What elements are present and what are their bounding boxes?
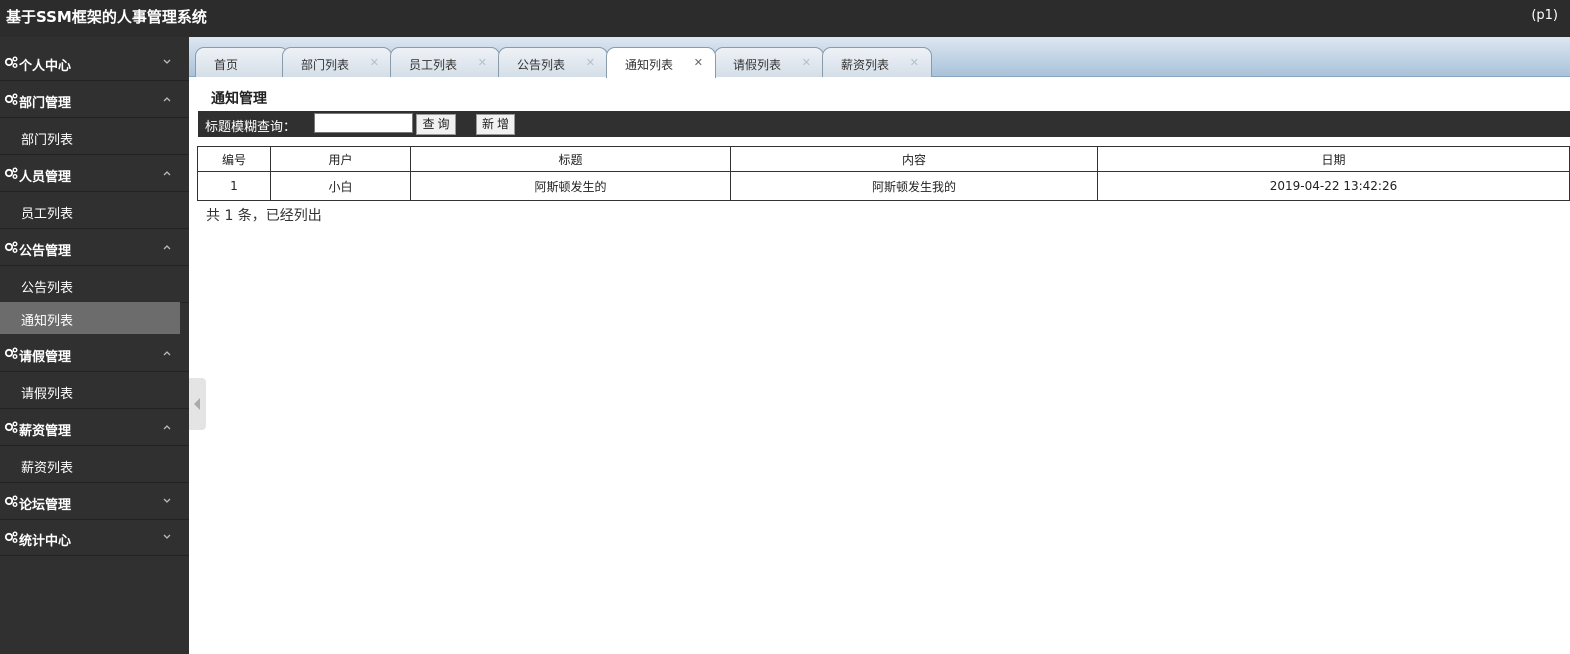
sidebar-item-label: 薪资列表 xyxy=(21,461,74,476)
close-icon[interactable]: ✕ xyxy=(910,56,919,69)
sidebar-group-statistics[interactable]: 统计中心 xyxy=(0,520,189,556)
sidebar: 个人中心 部门管理 部门列表 人员管理 员工列表 公告管理 公告列表 通知列表 … xyxy=(0,37,189,654)
sidebar-group-department[interactable]: 部门管理 xyxy=(0,82,189,118)
sidebar-group-label: 人员管理 xyxy=(19,170,72,185)
column-header-title: 标题 xyxy=(410,146,731,172)
column-header-id: 编号 xyxy=(197,146,271,172)
tab-salary-list[interactable]: 薪资列表 ✕ xyxy=(822,47,932,77)
close-icon[interactable]: ✕ xyxy=(586,56,595,69)
tab-home[interactable]: 首页 xyxy=(195,47,289,77)
close-icon[interactable]: ✕ xyxy=(802,56,811,69)
app-title: 基于SSM框架的人事管理系统 xyxy=(6,8,207,26)
sidebar-item-announcement-list[interactable]: 公告列表 xyxy=(0,267,189,303)
tab-announcement-list[interactable]: 公告列表 ✕ xyxy=(498,47,608,77)
sidebar-item-label: 员工列表 xyxy=(21,207,74,222)
title-search-input[interactable] xyxy=(314,113,413,133)
triangle-left-icon xyxy=(194,398,200,410)
add-button[interactable]: 新增 xyxy=(476,114,515,135)
cell-date: 2019-04-22 13:42:26 xyxy=(1097,171,1570,201)
sidebar-group-personnel[interactable]: 人员管理 xyxy=(0,156,189,192)
tab-label: 首页 xyxy=(214,58,239,72)
sidebar-item-label: 请假列表 xyxy=(21,387,74,402)
column-header-date: 日期 xyxy=(1097,146,1570,172)
record-count-text: 共 1 条，已经列出 xyxy=(206,208,322,224)
column-header-user: 用户 xyxy=(270,146,411,172)
gears-icon xyxy=(4,531,18,543)
chevron-down-icon xyxy=(163,534,171,539)
chevron-down-icon xyxy=(163,498,171,503)
sidebar-group-label: 统计中心 xyxy=(19,534,72,549)
sidebar-group-announcement[interactable]: 公告管理 xyxy=(0,230,189,266)
sidebar-item-leave-list[interactable]: 请假列表 xyxy=(0,373,189,409)
query-button[interactable]: 查询 xyxy=(416,114,456,135)
chevron-up-icon xyxy=(163,245,171,250)
chevron-up-icon xyxy=(163,171,171,176)
sidebar-item-label: 部门列表 xyxy=(21,133,74,148)
sidebar-group-label: 论坛管理 xyxy=(19,498,72,513)
close-icon[interactable]: ✕ xyxy=(694,56,703,69)
sidebar-item-label: 通知列表 xyxy=(21,314,74,329)
sidebar-group-personal-center[interactable]: 个人中心 xyxy=(0,45,189,81)
column-header-content: 内容 xyxy=(730,146,1098,172)
tab-leave-list[interactable]: 请假列表 ✕ xyxy=(714,47,824,77)
current-user[interactable]: (p1) xyxy=(1531,8,1558,23)
chevron-up-icon xyxy=(163,97,171,102)
app-header: 基于SSM框架的人事管理系统 (p1) xyxy=(0,0,1570,37)
gears-icon xyxy=(4,241,18,253)
sidebar-group-salary[interactable]: 薪资管理 xyxy=(0,410,189,446)
search-label: 标题模糊查询： xyxy=(205,120,297,135)
sidebar-group-label: 公告管理 xyxy=(19,244,72,259)
gears-icon xyxy=(4,421,18,433)
gears-icon xyxy=(4,347,18,359)
search-bar: 标题模糊查询： 查询 新增 xyxy=(198,111,1570,137)
sidebar-group-leave[interactable]: 请假管理 xyxy=(0,336,189,372)
cell-content: 阿斯顿发生我的 xyxy=(730,171,1098,201)
chevron-up-icon xyxy=(163,351,171,356)
section-title: 通知管理 xyxy=(211,91,267,107)
cell-id: 1 xyxy=(197,171,271,201)
table-header-row: 编号 用户 标题 内容 日期 xyxy=(197,146,1570,172)
sidebar-item-department-list[interactable]: 部门列表 xyxy=(0,119,189,155)
cell-title: 阿斯顿发生的 xyxy=(410,171,731,201)
tab-employee-list[interactable]: 员工列表 ✕ xyxy=(390,47,500,77)
sidebar-group-forum[interactable]: 论坛管理 xyxy=(0,484,189,520)
table-row[interactable]: 1 小白 阿斯顿发生的 阿斯顿发生我的 2019-04-22 13:42:26 xyxy=(197,171,1570,201)
chevron-up-icon xyxy=(163,425,171,430)
tab-bar: 首页 部门列表 ✕ 员工列表 ✕ 公告列表 ✕ 请假列表 ✕ 薪资列表 ✕ 通知… xyxy=(189,37,1570,78)
cell-user: 小白 xyxy=(270,171,411,201)
gears-icon xyxy=(4,167,18,179)
sidebar-group-label: 请假管理 xyxy=(19,350,72,365)
sidebar-item-notice-list[interactable]: 通知列表 xyxy=(0,302,180,334)
gears-icon xyxy=(4,93,18,105)
tab-notice-list[interactable]: 通知列表 ✕ xyxy=(606,47,716,78)
sidebar-group-label: 部门管理 xyxy=(19,96,72,111)
tab-department-list[interactable]: 部门列表 ✕ xyxy=(282,47,392,77)
sidebar-item-label: 公告列表 xyxy=(21,281,74,296)
notice-table: 编号 用户 标题 内容 日期 1 小白 阿斯顿发生的 阿斯顿发生我的 2019-… xyxy=(197,146,1570,201)
chevron-down-icon xyxy=(163,59,171,64)
sidebar-item-employee-list[interactable]: 员工列表 xyxy=(0,193,189,229)
close-icon[interactable]: ✕ xyxy=(478,56,487,69)
sidebar-collapse-handle[interactable] xyxy=(189,378,206,430)
gears-icon xyxy=(4,495,18,507)
gears-icon xyxy=(4,56,18,68)
close-icon[interactable]: ✕ xyxy=(370,56,379,69)
sidebar-group-label: 薪资管理 xyxy=(19,424,72,439)
sidebar-item-salary-list[interactable]: 薪资列表 xyxy=(0,447,189,483)
sidebar-group-label: 个人中心 xyxy=(19,59,72,74)
